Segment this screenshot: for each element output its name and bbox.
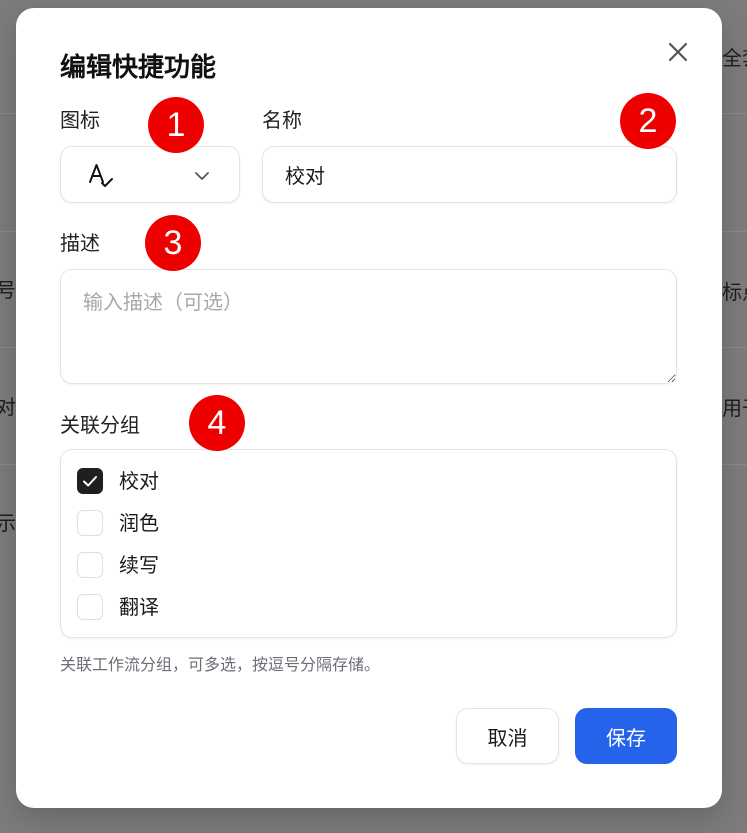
save-button[interactable]: 保存 bbox=[575, 708, 677, 764]
checkbox-unchecked[interactable] bbox=[77, 510, 103, 536]
groups-hint: 关联工作流分组，可多选，按逗号分隔存储。 bbox=[60, 655, 381, 674]
close-button[interactable] bbox=[664, 38, 692, 66]
group-option-proofread[interactable]: 校对 bbox=[77, 466, 159, 496]
description-textarea[interactable] bbox=[60, 269, 677, 384]
groups-field-label: 关联分组 bbox=[60, 413, 140, 437]
checkbox-checked[interactable] bbox=[77, 468, 103, 494]
background-text: 对 bbox=[0, 395, 16, 419]
background-text: 全套 bbox=[722, 46, 747, 70]
group-option-label: 润色 bbox=[119, 511, 159, 535]
annotation-badge: 3 bbox=[145, 215, 201, 271]
icon-select[interactable] bbox=[60, 146, 240, 203]
background-text: 号 bbox=[0, 278, 16, 302]
group-option-translate[interactable]: 翻译 bbox=[77, 592, 159, 622]
chevron-down-icon bbox=[195, 172, 209, 180]
background-text: 标点 bbox=[722, 280, 747, 304]
spell-check-icon bbox=[89, 164, 113, 187]
description-field-label: 描述 bbox=[60, 231, 100, 255]
icon-field-label: 图标 bbox=[60, 108, 100, 132]
groups-checklist: 校对 润色 续写 翻译 bbox=[60, 449, 677, 638]
background-text: 用于 bbox=[722, 396, 747, 420]
edit-shortcut-dialog: 编辑快捷功能 图标 名称 描述 关联分组 校对 bbox=[16, 8, 722, 808]
background-text: 示 bbox=[0, 511, 16, 535]
close-icon bbox=[668, 42, 688, 62]
dialog-title: 编辑快捷功能 bbox=[60, 53, 217, 83]
check-icon bbox=[83, 476, 97, 487]
checkbox-unchecked[interactable] bbox=[77, 594, 103, 620]
checkbox-unchecked[interactable] bbox=[77, 552, 103, 578]
cancel-button[interactable]: 取消 bbox=[456, 708, 559, 764]
annotation-badge: 4 bbox=[189, 395, 245, 451]
name-field-label: 名称 bbox=[262, 108, 302, 132]
group-option-label: 续写 bbox=[119, 553, 159, 577]
name-input[interactable] bbox=[262, 146, 677, 203]
annotation-badge: 2 bbox=[620, 93, 676, 149]
group-option-continue[interactable]: 续写 bbox=[77, 550, 159, 580]
group-option-label: 翻译 bbox=[119, 595, 159, 619]
annotation-badge: 1 bbox=[148, 97, 204, 153]
group-option-polish[interactable]: 润色 bbox=[77, 508, 159, 538]
group-option-label: 校对 bbox=[119, 469, 159, 493]
